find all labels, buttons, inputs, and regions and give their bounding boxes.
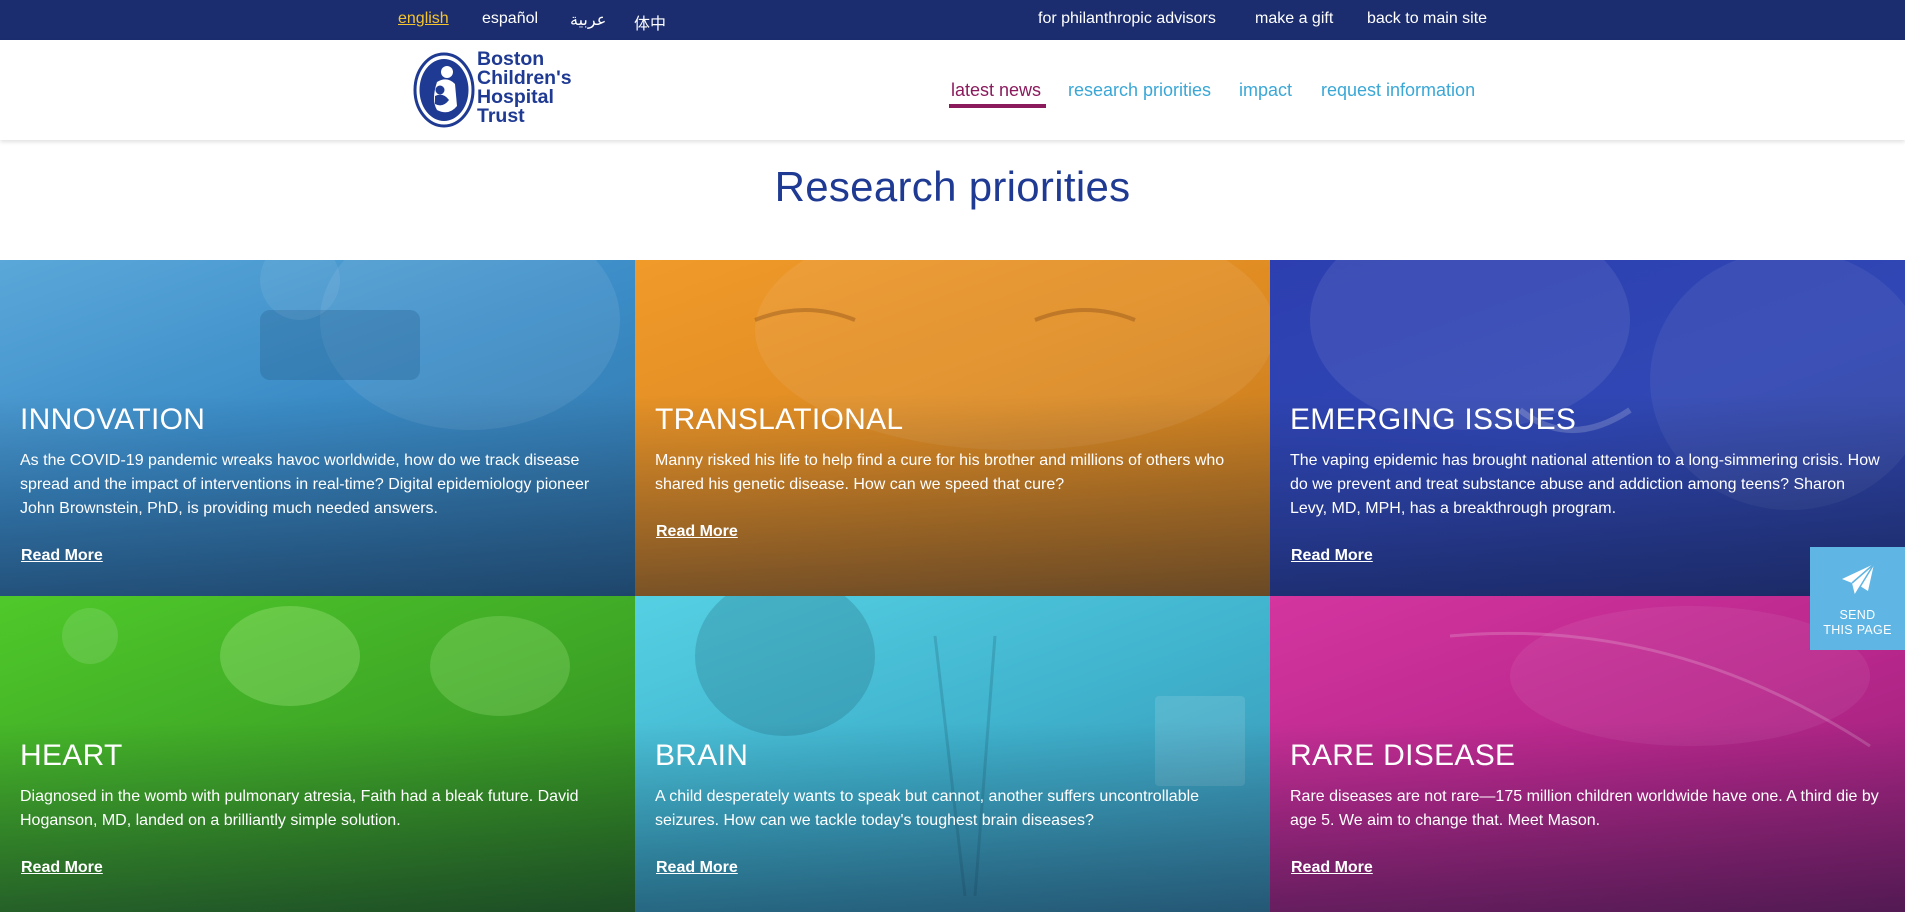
priority-tile-brain[interactable]: BRAIN A child desperately wants to speak… [635,596,1270,912]
tile-description: Diagnosed in the womb with pulmonary atr… [20,788,579,829]
paper-plane-icon [1842,563,1875,596]
send-this-page-button[interactable]: SEND THIS PAGE [1810,547,1905,650]
tile-description: A child desperately wants to speak but c… [655,788,1200,829]
philanthropic-advisors-link[interactable]: for philanthropic advisors [1038,10,1216,28]
site-logo[interactable]: Boston Children's Hospital Trust [413,49,593,130]
lang-english-link[interactable]: english [398,10,449,28]
back-to-main-site-link[interactable]: back to main site [1367,10,1487,28]
tile-description: Manny risked his life to help find a cur… [655,452,1225,493]
lang-arabic-link[interactable]: عربية [570,10,606,30]
lang-espanol-link[interactable]: español [482,10,538,28]
send-this-page-label: SEND THIS PAGE [1810,608,1905,638]
tile-title: BRAIN [655,739,749,772]
nav-research-priorities[interactable]: research priorities [1068,80,1211,101]
active-nav-indicator [949,104,1046,108]
tile-title: INNOVATION [20,403,206,436]
tile-description: Rare diseases are not rare—175 million c… [1290,788,1879,829]
read-more-link[interactable]: Read More [656,859,738,877]
priority-tile-emerging-issues[interactable]: EMERGING ISSUES The vaping epidemic has … [1270,260,1905,596]
read-more-link[interactable]: Read More [1291,547,1373,565]
nav-request-information[interactable]: request information [1321,80,1475,101]
tile-description: As the COVID-19 pandemic wreaks havoc wo… [20,452,590,517]
logo-line: Trust [477,105,525,127]
hospital-seal-icon [413,52,475,128]
site-header: Boston Children's Hospital Trust latest … [0,40,1905,140]
tile-title: EMERGING ISSUES [1290,403,1577,436]
tile-title: RARE DISEASE [1290,739,1516,772]
priority-tile-innovation[interactable]: INNOVATION As the COVID-19 pandemic wrea… [0,260,635,596]
utility-bar: english español عربية 体中 for philanthrop… [0,0,1905,40]
logo-wordmark: Boston Children's Hospital Trust [477,49,593,127]
read-more-link[interactable]: Read More [1291,859,1373,877]
send-label-line: THIS PAGE [1823,623,1892,637]
read-more-link[interactable]: Read More [21,859,103,877]
tile-description: The vaping epidemic has brought national… [1290,452,1880,517]
make-a-gift-link[interactable]: make a gift [1255,10,1333,28]
page-title: Research priorities [774,163,1131,210]
tile-title: TRANSLATIONAL [655,403,904,436]
lang-chinese-link[interactable]: 体中 [634,10,666,34]
read-more-link[interactable]: Read More [656,523,738,541]
priority-tile-heart[interactable]: HEART Diagnosed in the womb with pulmona… [0,596,635,912]
nav-latest-news[interactable]: latest news [951,80,1041,101]
read-more-link[interactable]: Read More [21,547,103,565]
nav-impact[interactable]: impact [1239,80,1292,101]
priority-tile-translational[interactable]: TRANSLATIONAL Manny risked his life to h… [635,260,1270,596]
tile-title: HEART [20,739,123,772]
send-label-line: SEND [1839,608,1876,622]
